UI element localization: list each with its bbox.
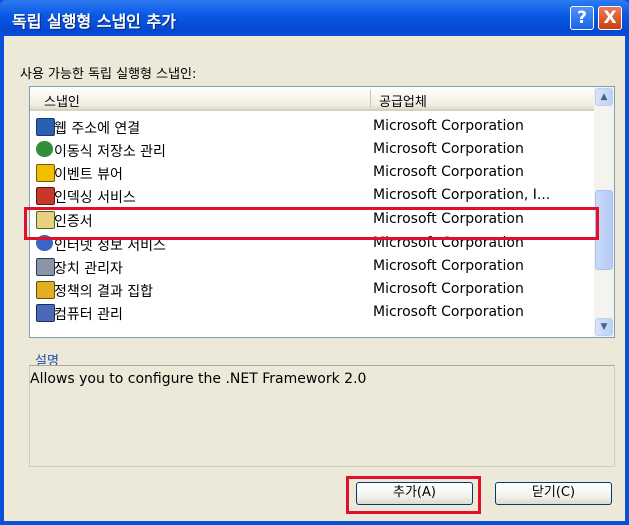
snapin-vendor: Microsoft Corporation: [373, 304, 524, 320]
list-item[interactable]: 정책의 결과 집합 Microsoft Corporation: [30, 278, 594, 300]
column-header-snapin[interactable]: 스냅인: [44, 91, 80, 110]
column-header-vendor[interactable]: 공급업체: [379, 91, 427, 110]
list-item[interactable]: 이동식 저장소 관리 Microsoft Corporation: [30, 138, 594, 160]
list-item[interactable]: 인덱싱 서비스 Microsoft Corporation, I...: [30, 184, 594, 206]
description-text: Allows you to configure the .NET Framewo…: [30, 371, 367, 387]
snapin-name: 이동식 저장소 관리: [54, 144, 166, 160]
snapin-name: 이벤트 뷰어: [54, 167, 123, 183]
available-snapins-label: 사용 가능한 독립 실행형 스냅인:: [20, 67, 197, 82]
computer-management-icon: [36, 304, 55, 322]
snapin-name: 정책의 결과 집합: [54, 284, 154, 300]
snapin-vendor: Microsoft Corporation, I...: [373, 187, 551, 203]
scroll-up-icon[interactable]: ▲: [595, 88, 613, 106]
close-window-button[interactable]: X: [598, 6, 622, 30]
policy-result-icon: [36, 281, 55, 299]
selected-item-highlight: [24, 207, 599, 240]
removable-storage-icon: [36, 141, 53, 157]
indexing-service-icon: [36, 187, 55, 205]
list-item[interactable]: 웹 주소에 연결 Microsoft Corporation: [30, 115, 594, 137]
window-title: 독립 실행형 스냅인 추가: [12, 12, 176, 31]
device-manager-icon: [36, 258, 55, 276]
snapin-name: 장치 관리자: [54, 261, 123, 277]
web-link-icon: [36, 118, 55, 136]
help-button[interactable]: ?: [570, 6, 594, 30]
close-button[interactable]: 닫기(C): [495, 482, 612, 505]
close-button-label: 닫기(C): [531, 485, 576, 500]
event-viewer-icon: [36, 164, 55, 182]
snapin-vendor: Microsoft Corporation: [373, 164, 524, 180]
snapin-vendor: Microsoft Corporation: [373, 141, 524, 157]
list-item[interactable]: 이벤트 뷰어 Microsoft Corporation: [30, 161, 594, 183]
column-divider[interactable]: [370, 90, 371, 107]
snapin-vendor: Microsoft Corporation: [373, 281, 524, 297]
scroll-down-icon[interactable]: ▼: [595, 318, 613, 336]
add-button-label: 추가(A): [393, 485, 436, 500]
snapin-name: 컴퓨터 관리: [54, 307, 123, 323]
snapin-name: 인덱싱 서비스: [54, 190, 136, 206]
list-item[interactable]: 장치 관리자 Microsoft Corporation: [30, 255, 594, 277]
snapin-vendor: Microsoft Corporation: [373, 258, 524, 274]
list-item[interactable]: 컴퓨터 관리 Microsoft Corporation: [30, 301, 594, 323]
add-button[interactable]: 추가(A): [356, 482, 473, 505]
snapin-name: 웹 주소에 연결: [54, 121, 141, 137]
list-header: 스냅인 공급업체: [30, 87, 594, 111]
add-snapin-dialog: 독립 실행형 스냅인 추가 ? X 사용 가능한 독립 실행형 스냅인: 스냅인…: [0, 0, 629, 525]
snapin-vendor: Microsoft Corporation: [373, 118, 524, 134]
title-bar[interactable]: 독립 실행형 스냅인 추가 ? X: [0, 0, 629, 36]
